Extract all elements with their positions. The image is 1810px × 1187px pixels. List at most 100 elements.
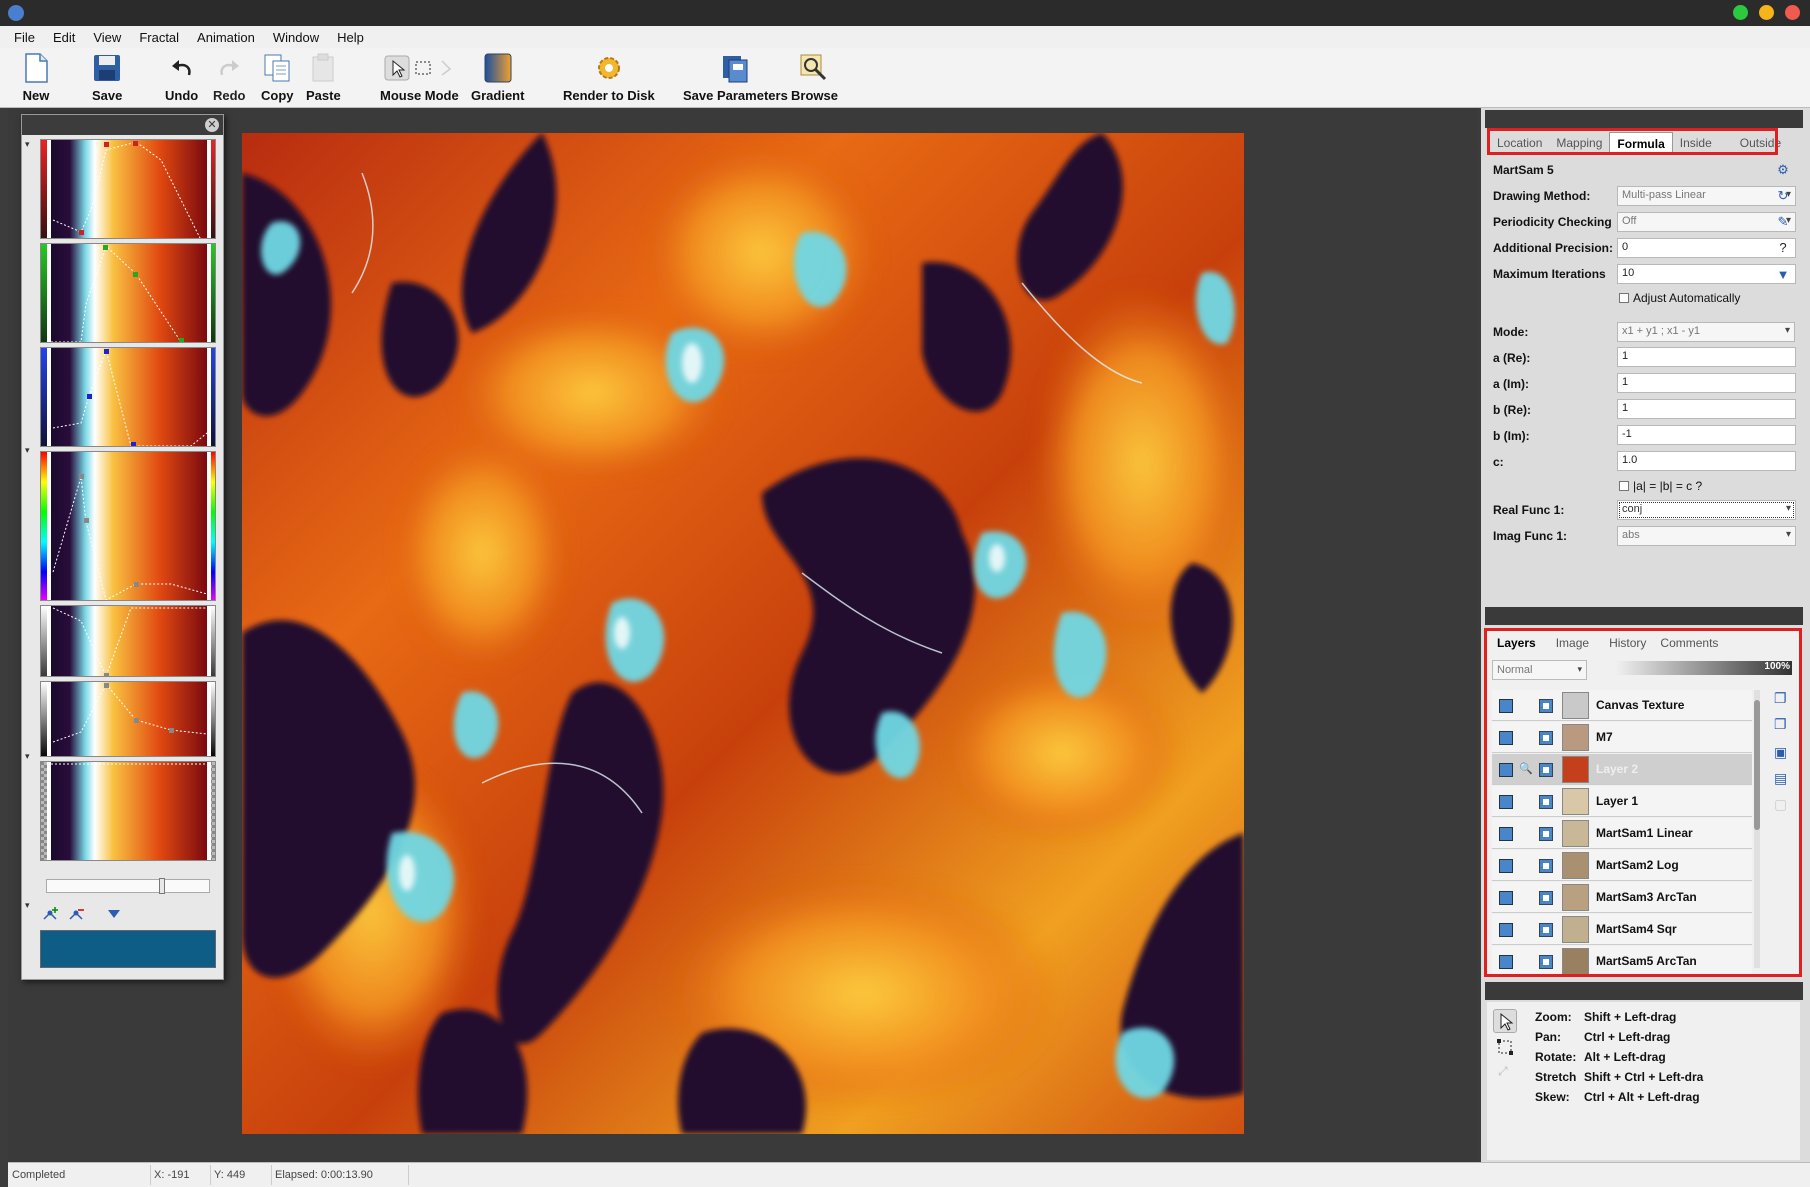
gradient-button[interactable]: Gradient — [471, 52, 524, 103]
fractal-properties-header[interactable] — [1485, 607, 1803, 625]
layer-row[interactable]: MartSam4 Sqr — [1492, 914, 1752, 945]
tab-inside[interactable]: Inside — [1673, 132, 1719, 155]
lock-icon[interactable] — [1519, 794, 1533, 808]
layer-list-scrollbar[interactable] — [1754, 690, 1760, 968]
precision-input[interactable]: 0 — [1617, 238, 1796, 258]
redo-button[interactable]: Redo — [213, 52, 246, 103]
fractal-render-canvas[interactable] — [242, 133, 1244, 1134]
max-iterations-input[interactable]: 10 — [1617, 264, 1796, 284]
layer-mask-icon[interactable] — [1539, 955, 1553, 969]
save-parameters-button[interactable]: Save Parameters — [683, 52, 788, 103]
maximize-button[interactable] — [1733, 5, 1748, 20]
hue-channel-curve[interactable] — [40, 451, 216, 601]
layer-row[interactable]: M7 — [1492, 722, 1752, 753]
menu-help[interactable]: Help — [329, 30, 372, 45]
visibility-toggle-icon[interactable] — [1499, 955, 1513, 969]
layer-mask-icon[interactable] — [1539, 827, 1553, 841]
refresh-icon[interactable]: ↻ — [1775, 188, 1791, 204]
layer-image-icon[interactable]: ▤ — [1774, 770, 1787, 787]
delete-layer-icon[interactable]: ▢ — [1774, 796, 1787, 813]
real-func-select[interactable]: conj — [1617, 500, 1796, 520]
new-layer-icon[interactable]: ❐ — [1774, 690, 1787, 707]
minimize-button[interactable] — [1759, 5, 1774, 20]
formula-browse-icon[interactable]: ⚙ — [1775, 162, 1791, 178]
visibility-toggle-icon[interactable] — [1499, 859, 1513, 873]
b-im-input[interactable]: -1 — [1617, 425, 1796, 445]
lock-icon[interactable] — [1519, 826, 1533, 840]
layer-row[interactable]: Layer 1 — [1492, 786, 1752, 817]
layer-mask-icon[interactable] — [1539, 731, 1553, 745]
tab-layers[interactable]: Layers — [1490, 632, 1543, 654]
dropdown-arrow-icon[interactable]: ▼ — [1775, 267, 1791, 283]
layer-properties-header[interactable] — [1485, 110, 1803, 128]
layer-row[interactable]: MartSam3 ArcTan — [1492, 882, 1752, 913]
visibility-toggle-icon[interactable] — [1499, 923, 1513, 937]
layer-mask-icon[interactable] — [1539, 763, 1553, 777]
menu-view[interactable]: View — [85, 30, 129, 45]
red-channel-curve[interactable] — [40, 139, 216, 239]
menu-animation[interactable]: Animation — [189, 30, 263, 45]
layer-mask-icon[interactable] — [1539, 699, 1553, 713]
abc-equal-checkbox[interactable]: |a| = |b| = c ? — [1619, 479, 1702, 493]
adjust-automatically-checkbox[interactable]: Adjust Automatically — [1619, 291, 1740, 305]
opacity-slider[interactable]: 100% — [1616, 661, 1792, 675]
visibility-toggle-icon[interactable] — [1499, 891, 1513, 905]
visibility-toggle-icon[interactable] — [1499, 763, 1513, 777]
mode-select[interactable]: x1 + y1 ; x1 - y1 — [1617, 322, 1795, 342]
scrollbar-thumb[interactable] — [1754, 700, 1760, 830]
lock-icon[interactable] — [1519, 698, 1533, 712]
lock-icon[interactable] — [1519, 730, 1533, 744]
collapse-arrow-icon[interactable]: ▾ — [25, 139, 30, 150]
a-re-input[interactable]: 1 — [1617, 347, 1796, 367]
layer-row[interactable]: 🔍 Layer 2 — [1492, 754, 1752, 785]
menu-fractal[interactable]: Fractal — [131, 30, 187, 45]
close-button[interactable] — [1785, 5, 1800, 20]
layer-mask-icon[interactable] — [1539, 859, 1553, 873]
alpha-channel-curve[interactable] — [40, 761, 216, 861]
tab-location[interactable]: Location — [1490, 132, 1549, 155]
tab-mapping[interactable]: Mapping — [1549, 132, 1609, 155]
duplicate-layer-icon[interactable]: ❐ — [1774, 716, 1787, 733]
green-channel-curve[interactable] — [40, 243, 216, 343]
layer-row[interactable]: MartSam1 Linear — [1492, 818, 1752, 849]
menu-file[interactable]: File — [6, 30, 43, 45]
save-button[interactable]: Save — [92, 52, 122, 103]
remove-node-icon[interactable] — [68, 905, 86, 923]
tab-history[interactable]: History — [1602, 632, 1653, 654]
paste-button[interactable]: Paste — [306, 52, 341, 103]
drawing-method-select[interactable]: Multi-pass Linear — [1617, 186, 1796, 206]
menu-edit[interactable]: Edit — [45, 30, 83, 45]
gradient-panel-titlebar[interactable]: ✕ — [22, 115, 223, 135]
visibility-toggle-icon[interactable] — [1499, 795, 1513, 809]
periodicity-select[interactable]: Off — [1617, 212, 1796, 232]
lock-icon[interactable] — [1519, 858, 1533, 872]
visibility-toggle-icon[interactable] — [1499, 827, 1513, 841]
blend-mode-select[interactable]: Normal ▾ — [1492, 660, 1587, 680]
lightness-channel-curve[interactable] — [40, 681, 216, 757]
color-swatch[interactable] — [40, 930, 216, 968]
browse-button[interactable]: Browse — [791, 52, 838, 103]
layer-row[interactable]: Canvas Texture — [1492, 690, 1752, 721]
slider-thumb[interactable] — [159, 878, 165, 894]
tab-formula[interactable]: Formula — [1609, 132, 1673, 155]
edit-icon[interactable]: ✎ — [1775, 214, 1791, 230]
layer-row[interactable]: MartSam2 Log — [1492, 850, 1752, 881]
new-button[interactable]: New — [21, 52, 51, 103]
visibility-toggle-icon[interactable] — [1499, 731, 1513, 745]
fractal-mode-header[interactable] — [1485, 982, 1803, 1000]
help-icon[interactable]: ? — [1775, 240, 1791, 256]
collapse-arrow-icon[interactable]: ▾ — [25, 445, 30, 456]
menu-window[interactable]: Window — [265, 30, 327, 45]
c-input[interactable]: 1.0 — [1617, 451, 1796, 471]
lock-icon[interactable] — [1519, 922, 1533, 936]
close-icon[interactable]: ✕ — [205, 118, 219, 132]
dropdown-arrow-icon[interactable] — [106, 907, 122, 921]
undo-button[interactable]: Undo — [165, 52, 198, 103]
collapse-arrow-icon[interactable]: ▾ — [25, 900, 30, 911]
layer-mask-icon[interactable] — [1539, 891, 1553, 905]
add-node-icon[interactable] — [42, 905, 60, 923]
saturation-channel-curve[interactable] — [40, 605, 216, 677]
blue-channel-curve[interactable] — [40, 347, 216, 447]
layer-row[interactable]: MartSam5 ArcTan — [1492, 946, 1752, 977]
tab-outside[interactable]: Outside — [1733, 132, 1788, 155]
